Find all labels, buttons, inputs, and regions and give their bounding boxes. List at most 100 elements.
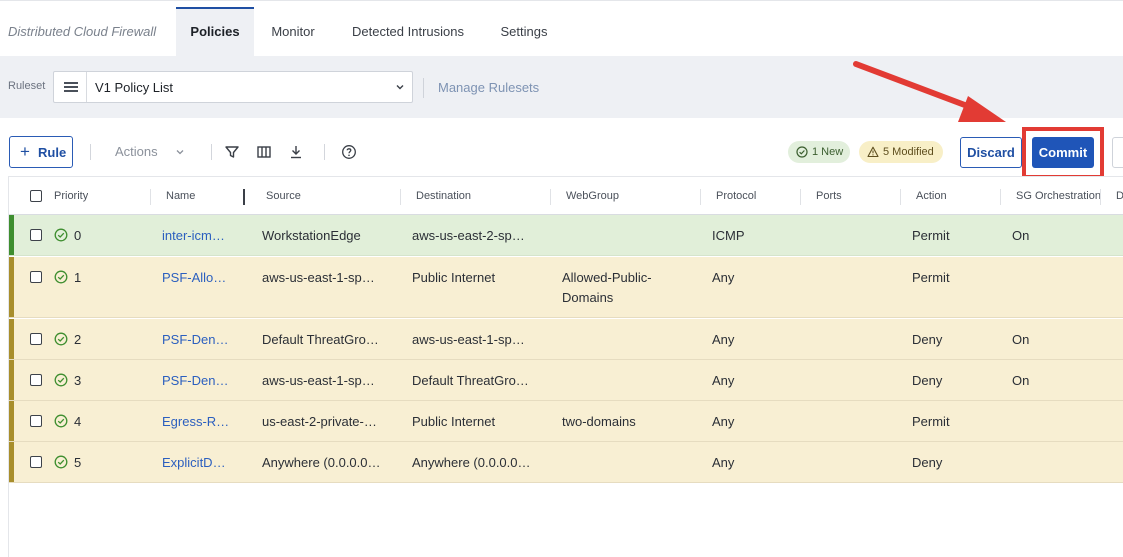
chevron-down-icon	[396, 85, 404, 90]
col-webgroup[interactable]: WebGroup	[566, 190, 619, 202]
new-count-badge: 1 New	[788, 141, 850, 163]
help-icon[interactable]	[341, 144, 357, 160]
plus-icon: +	[20, 142, 30, 161]
cell-action: Permit	[912, 414, 950, 429]
cell-destination: aws-us-east-1-sp…	[412, 332, 525, 347]
filter-icon[interactable]	[224, 144, 240, 160]
col-divider	[400, 189, 401, 205]
cell-source: Anywhere (0.0.0.0…	[262, 455, 381, 470]
more-options-button[interactable]	[1112, 137, 1123, 168]
col-divider	[150, 189, 151, 205]
download-icon[interactable]	[288, 144, 304, 160]
tab-detected-intrusions[interactable]: Detected Intrusions	[340, 7, 476, 57]
ruleset-bar: Ruleset V1 Policy List Manage Rulesets	[0, 56, 1123, 118]
actions-dropdown[interactable]: Actions	[115, 144, 158, 159]
cell-action: Permit	[912, 228, 950, 243]
col-priority[interactable]: Priority	[54, 190, 88, 202]
table-row[interactable]: 1 PSF-Allo… aws-us-east-1-sp… Public Int…	[9, 257, 1123, 318]
cell-priority: 3	[74, 373, 82, 388]
col-divider	[1100, 189, 1101, 205]
check-circle-icon	[796, 146, 808, 158]
row-state-bar	[9, 257, 14, 317]
row-checkbox[interactable]	[30, 229, 42, 241]
check-circle-icon	[54, 270, 68, 284]
cell-priority: 0	[74, 228, 82, 243]
col-action[interactable]: Action	[916, 190, 947, 202]
row-checkbox[interactable]	[30, 415, 42, 427]
columns-icon[interactable]	[256, 144, 272, 160]
top-nav: Distributed Cloud Firewall Policies Moni…	[0, 0, 1123, 57]
table-row[interactable]: 4 Egress-R… us-east-2-private-… Public I…	[9, 401, 1123, 442]
tab-policies[interactable]: Policies	[176, 7, 254, 57]
table-row[interactable]: 2 PSF-Den… Default ThreatGro… aws-us-eas…	[9, 319, 1123, 360]
table-row[interactable]: 5 ExplicitD… Anywhere (0.0.0.0… Anywhere…	[9, 442, 1123, 483]
col-source[interactable]: Source	[266, 190, 301, 202]
policy-table: Priority Name Source Destination WebGrou…	[8, 176, 1123, 557]
ruleset-select[interactable]: V1 Policy List	[53, 71, 413, 103]
cell-webgroup: Allowed-Public-Domains	[562, 270, 652, 305]
check-circle-icon	[54, 228, 68, 242]
ruleset-label: Ruleset	[8, 80, 46, 92]
modified-count-label: 5 Modified	[883, 146, 934, 158]
cell-protocol: Any	[712, 332, 735, 347]
row-checkbox[interactable]	[30, 333, 42, 345]
table-row[interactable]: 0 inter-icm… WorkstationEdge aws-us-east…	[9, 215, 1123, 256]
row-checkbox[interactable]	[30, 271, 42, 283]
col-resize-handle[interactable]	[243, 189, 245, 205]
cell-priority: 1	[74, 270, 82, 285]
cell-destination: Public Internet	[412, 270, 496, 285]
select-all-checkbox[interactable]	[30, 190, 42, 202]
manage-rulesets-link[interactable]: Manage Rulesets	[438, 80, 539, 95]
cell-action: Deny	[912, 455, 943, 470]
cell-name-link[interactable]: Egress-R…	[162, 414, 229, 429]
cell-name-link[interactable]: inter-icm…	[162, 228, 225, 243]
tab-settings[interactable]: Settings	[490, 7, 558, 57]
row-checkbox[interactable]	[30, 374, 42, 386]
cell-priority: 5	[74, 455, 82, 470]
row-checkbox[interactable]	[30, 456, 42, 468]
add-rule-button[interactable]: + Rule	[9, 136, 73, 168]
check-circle-icon	[54, 332, 68, 346]
check-circle-icon	[54, 455, 68, 469]
cell-protocol: Any	[712, 455, 735, 470]
col-destination[interactable]: Destination	[416, 190, 471, 202]
discard-button[interactable]: Discard	[960, 137, 1022, 168]
col-divider	[900, 189, 901, 205]
cell-name-link[interactable]: PSF-Den…	[162, 373, 228, 388]
cell-source: aws-us-east-1-sp…	[262, 373, 375, 388]
col-ports[interactable]: Ports	[816, 190, 842, 202]
check-circle-icon	[54, 373, 68, 387]
col-protocol[interactable]: Protocol	[716, 190, 756, 202]
cell-destination: Anywhere (0.0.0.0…	[412, 455, 531, 470]
cell-action: Permit	[912, 270, 950, 285]
commit-button[interactable]: Commit	[1032, 137, 1094, 168]
row-state-bar	[9, 401, 14, 441]
row-state-bar	[9, 215, 14, 255]
cell-action: Deny	[912, 373, 943, 388]
chevron-down-icon	[176, 150, 184, 155]
cell-protocol: Any	[712, 414, 735, 429]
toolbar-divider	[90, 144, 91, 160]
add-rule-label: Rule	[38, 145, 67, 160]
cell-destination: aws-us-east-2-sp…	[412, 228, 525, 243]
ruleset-value: V1 Policy List	[95, 80, 174, 95]
new-count-label: 1 New	[812, 146, 844, 158]
row-state-bar	[9, 360, 14, 400]
col-d[interactable]: D	[1116, 190, 1123, 202]
cell-protocol: Any	[712, 270, 735, 285]
col-divider	[1000, 189, 1001, 205]
cell-name-link[interactable]: PSF-Den…	[162, 332, 228, 347]
tab-monitor[interactable]: Monitor	[262, 7, 324, 57]
ruleset-divider	[423, 78, 424, 98]
col-sg-orchestration[interactable]: SG Orchestration	[1016, 190, 1100, 202]
toolbar-divider	[211, 144, 212, 160]
cell-name-link[interactable]: PSF-Allo…	[162, 270, 226, 285]
cell-protocol: Any	[712, 373, 735, 388]
cell-action: Deny	[912, 332, 943, 347]
cell-priority: 2	[74, 332, 82, 347]
col-name[interactable]: Name	[166, 190, 195, 202]
table-row[interactable]: 3 PSF-Den… aws-us-east-1-sp… Default Thr…	[9, 360, 1123, 401]
cell-source: us-east-2-private-…	[262, 414, 377, 429]
cell-name-link[interactable]: ExplicitD…	[162, 455, 226, 470]
modified-count-badge: 5 Modified	[859, 141, 943, 163]
